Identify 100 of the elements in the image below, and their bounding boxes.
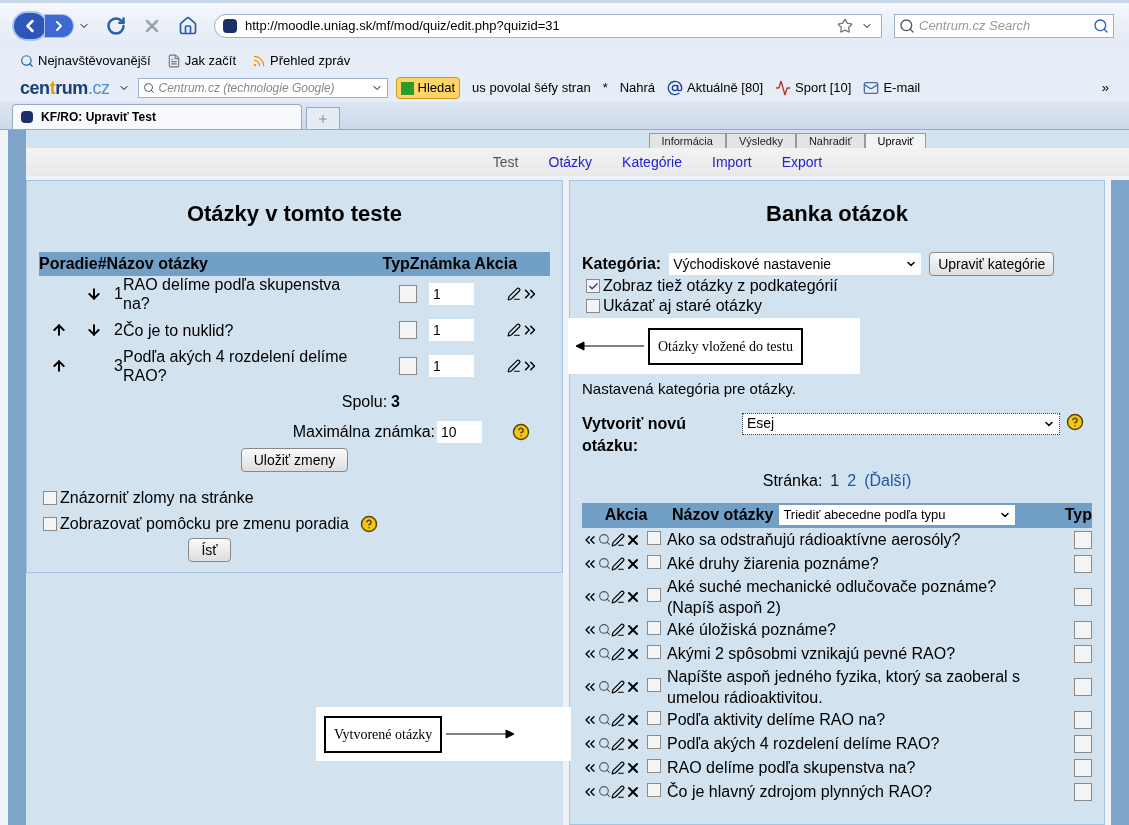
edit-icon[interactable]	[611, 589, 625, 604]
preview-icon[interactable]	[598, 737, 611, 750]
forward-button[interactable]	[44, 13, 74, 38]
edit-icon[interactable]	[507, 287, 521, 301]
subtab-link[interactable]: Import	[712, 151, 752, 173]
edit-icon[interactable]	[611, 646, 625, 661]
search-field[interactable]: Centrum.cz Search	[894, 13, 1114, 38]
checkbox[interactable]	[647, 734, 661, 749]
checkbox[interactable]	[586, 299, 600, 313]
edit-icon[interactable]	[507, 359, 521, 373]
toolbar-link[interactable]: us povolal šéfy stran	[472, 78, 591, 98]
question-type-select[interactable]: Esej	[742, 412, 1060, 435]
edit-icon[interactable]	[611, 532, 625, 547]
page-link[interactable]: 1	[830, 468, 840, 493]
bookmark-link[interactable]: Nejnavštěvovanější	[20, 51, 151, 71]
grade-input[interactable]: 1	[429, 283, 474, 305]
toolbar-link[interactable]: E-mail	[863, 78, 921, 98]
preview-icon[interactable]	[598, 761, 611, 774]
checkbox[interactable]	[1074, 710, 1092, 729]
centrum-logo[interactable]: centrum.cz	[20, 74, 110, 102]
checkbox[interactable]	[647, 644, 661, 659]
toolbar-link[interactable]: Sport [10]	[775, 78, 852, 98]
edit-icon[interactable]	[611, 784, 625, 799]
subtab-link[interactable]: Test	[492, 151, 519, 173]
move-down-icon[interactable]	[86, 322, 102, 338]
preview-icon[interactable]	[598, 557, 611, 570]
more-link[interactable]: »	[1101, 78, 1109, 98]
subtab-link[interactable]: Kategórie	[622, 151, 682, 173]
checkbox[interactable]	[1074, 587, 1092, 606]
checkbox[interactable]	[647, 620, 661, 635]
help-icon[interactable]	[359, 515, 378, 533]
search-button[interactable]: Hledat	[395, 77, 461, 99]
help-icon[interactable]	[512, 423, 530, 441]
preview-icon[interactable]	[598, 647, 611, 660]
move-down-icon[interactable]	[86, 286, 102, 302]
checkbox[interactable]	[647, 554, 661, 569]
checkbox[interactable]	[1074, 677, 1092, 696]
edit-categories-button[interactable]: Upraviť kategórie	[929, 252, 1055, 276]
checkbox[interactable]	[399, 321, 417, 339]
preview-icon[interactable]	[598, 680, 611, 693]
option-label[interactable]: Znázorniť zlomy na stránke	[60, 486, 254, 510]
edit-icon[interactable]	[611, 760, 625, 775]
preview-icon[interactable]	[598, 713, 611, 726]
move-up-icon[interactable]	[51, 322, 67, 338]
toolbar-link[interactable]: Nahrá	[619, 78, 656, 98]
toolbar-link[interactable]: Aktuálně [80]	[667, 78, 763, 98]
checkbox[interactable]	[1074, 644, 1092, 663]
page-tab[interactable]: Upraviť	[864, 133, 927, 148]
go-button[interactable]: Ísť	[188, 538, 231, 562]
checkbox[interactable]	[399, 357, 417, 375]
checkbox[interactable]	[1074, 758, 1092, 777]
grade-input[interactable]: 1	[429, 355, 474, 377]
subtab-link[interactable]: Otázky	[548, 151, 593, 173]
option-label[interactable]: Zobrazovať pomôcku pre zmenu poradia	[60, 512, 349, 536]
checkbox[interactable]	[399, 285, 417, 303]
reload-icon[interactable]	[106, 15, 126, 36]
checkbox[interactable]	[647, 758, 661, 773]
preview-icon[interactable]	[598, 623, 611, 636]
checkbox[interactable]	[1074, 554, 1092, 573]
sort-select[interactable]: Triediť abecedne podľa typu	[779, 505, 1016, 525]
search-input[interactable]: Centrum.cz (technologie Google)	[158, 79, 367, 97]
page-link[interactable]: 2	[847, 468, 857, 493]
checkbox[interactable]	[43, 491, 57, 505]
edit-icon[interactable]	[611, 679, 625, 694]
save-changes-button[interactable]: Uložiť zmeny	[240, 448, 349, 472]
search-input[interactable]: Centrum.cz Search	[919, 15, 1089, 36]
page-tab[interactable]: Informácia	[648, 133, 726, 148]
browser-tab[interactable]: KF/RO: Upraviť Test	[12, 104, 302, 129]
bookmark-link[interactable]: Přehled zpráv	[252, 51, 351, 71]
edit-icon[interactable]	[611, 712, 625, 727]
address-bar[interactable]: http://moodle.uniag.sk/mf/mod/quiz/edit.php?quizid=31	[214, 13, 882, 38]
edit-icon[interactable]	[611, 556, 625, 571]
checkbox[interactable]	[647, 782, 661, 797]
move-up-icon[interactable]	[51, 358, 67, 374]
edit-icon[interactable]	[507, 323, 521, 337]
home-icon[interactable]	[178, 15, 198, 36]
checkbox[interactable]	[1074, 782, 1092, 801]
category-select[interactable]: Východiskové nastavenie	[669, 253, 922, 275]
page-tab[interactable]: Nahradiť	[795, 133, 865, 148]
checkbox[interactable]	[1074, 530, 1092, 549]
preview-icon[interactable]	[598, 785, 611, 798]
checkbox[interactable]	[1074, 620, 1092, 639]
checkbox[interactable]	[586, 279, 600, 293]
toolbar-search-field[interactable]: Centrum.cz (technologie Google)	[137, 78, 388, 98]
checkbox[interactable]	[647, 677, 661, 692]
bookmark-link[interactable]: Jak začít	[166, 51, 237, 71]
preview-icon[interactable]	[598, 590, 611, 603]
grade-input[interactable]: 1	[429, 319, 474, 341]
checkbox[interactable]	[43, 517, 57, 531]
help-icon[interactable]	[1066, 412, 1084, 431]
toolbar-link[interactable]: *	[602, 78, 608, 98]
checkbox[interactable]	[647, 710, 661, 725]
preview-icon[interactable]	[598, 533, 611, 546]
edit-icon[interactable]	[611, 736, 625, 751]
search-icon[interactable]	[1093, 17, 1109, 34]
edit-icon[interactable]	[611, 622, 625, 637]
max-grade-input[interactable]: 10	[437, 421, 482, 443]
page-tab[interactable]: Výsledky	[725, 133, 796, 148]
subtab-link[interactable]: Export	[781, 151, 823, 173]
checkbox[interactable]	[647, 530, 661, 545]
